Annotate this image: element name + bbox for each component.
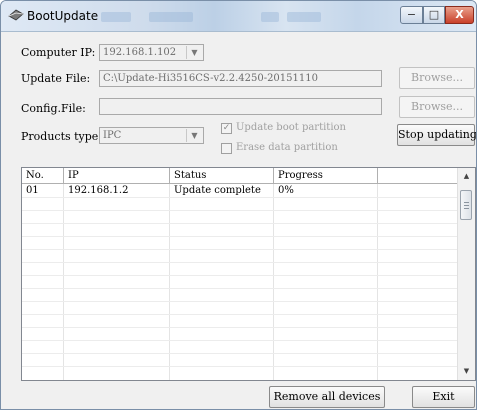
- blurred-titlebar-area: [101, 12, 131, 22]
- maximize-icon: □: [428, 8, 440, 21]
- blurred-titlebar-area: [149, 12, 193, 22]
- grip-line: [464, 205, 469, 206]
- close-icon: X: [455, 8, 464, 21]
- chevron-down-icon: ▼: [186, 46, 202, 59]
- devices-list[interactable]: No. IP Status Progress 01 192.168.1.2 Up…: [21, 167, 476, 381]
- erase-data-partition-label: Erase data partition: [236, 142, 338, 153]
- row-divider: [22, 262, 459, 263]
- remove-all-devices-button[interactable]: Remove all devices: [269, 386, 385, 408]
- config-file-browse-button[interactable]: Browse...: [399, 96, 475, 118]
- blurred-titlebar-area: [261, 12, 279, 22]
- exit-button[interactable]: Exit: [412, 386, 475, 408]
- computer-ip-dropdown[interactable]: 192.168.1.102 ▼: [99, 44, 204, 61]
- scrollbar-thumb[interactable]: [460, 190, 472, 220]
- stop-updating-button[interactable]: Stop updating: [397, 124, 476, 146]
- maximize-button[interactable]: □: [423, 6, 445, 24]
- column-header-extra[interactable]: [378, 168, 459, 183]
- update-boot-partition-checkbox[interactable]: ✓: [221, 123, 232, 134]
- vertical-scrollbar[interactable]: ▲ ▼: [457, 168, 475, 380]
- update-file-value: C:\Update-Hi3516CS-v2.2.4250-20151110: [103, 73, 318, 84]
- app-icon: [8, 9, 24, 21]
- row-divider: [22, 249, 459, 250]
- update-file-label: Update File:: [21, 72, 91, 85]
- erase-data-partition-checkbox[interactable]: [221, 143, 232, 154]
- row-divider: [22, 210, 459, 211]
- column-header-progress[interactable]: Progress: [274, 168, 378, 183]
- grip-line: [464, 202, 469, 203]
- products-type-dropdown[interactable]: IPC ▼: [99, 127, 204, 144]
- products-type-label: Products type:: [21, 130, 103, 143]
- row-divider: [22, 314, 459, 315]
- row-divider: [22, 275, 459, 276]
- minimize-button[interactable]: −: [400, 6, 423, 24]
- cell-progress: 0%: [278, 185, 294, 196]
- row-divider: [22, 327, 459, 328]
- close-button[interactable]: X: [445, 6, 474, 24]
- products-type-value: IPC: [103, 130, 122, 141]
- row-divider: [22, 197, 459, 198]
- row-divider: [22, 340, 459, 341]
- cell-ip: 192.168.1.2: [68, 185, 129, 196]
- window-title: BootUpdate: [27, 9, 99, 23]
- config-file-label: Config.File:: [21, 102, 86, 115]
- row-divider: [22, 288, 459, 289]
- blurred-titlebar-area: [287, 12, 321, 22]
- update-file-browse-button[interactable]: Browse...: [399, 67, 475, 89]
- row-divider: [22, 236, 459, 237]
- computer-ip-label: Computer IP:: [21, 46, 96, 59]
- cell-no: 01: [26, 185, 39, 196]
- column-header-status[interactable]: Status: [170, 168, 274, 183]
- update-boot-partition-label: Update boot partition: [236, 122, 346, 133]
- column-divider: [377, 184, 378, 380]
- config-file-input[interactable]: [99, 98, 382, 115]
- devices-list-header: No. IP Status Progress: [22, 168, 459, 184]
- row-divider: [22, 301, 459, 302]
- grip-line: [464, 208, 469, 209]
- column-divider: [273, 184, 274, 380]
- title-bar[interactable]: BootUpdate − □ X: [1, 1, 476, 32]
- row-divider: [22, 366, 459, 367]
- bootupdate-window: BootUpdate − □ X Computer IP: 192.168.1.…: [0, 0, 477, 410]
- chevron-down-icon: ▼: [186, 129, 202, 142]
- update-file-input[interactable]: C:\Update-Hi3516CS-v2.2.4250-20151110: [99, 70, 382, 87]
- column-header-ip[interactable]: IP: [64, 168, 170, 183]
- cell-status: Update complete: [174, 185, 261, 196]
- column-divider: [169, 184, 170, 380]
- computer-ip-value: 192.168.1.102: [103, 47, 177, 58]
- row-divider: [22, 353, 459, 354]
- scroll-down-arrow-icon[interactable]: ▼: [458, 363, 475, 380]
- scroll-up-arrow-icon[interactable]: ▲: [458, 168, 475, 185]
- column-header-no[interactable]: No.: [22, 168, 64, 183]
- minimize-icon: −: [406, 8, 417, 21]
- row-divider: [22, 223, 459, 224]
- column-divider: [63, 184, 64, 380]
